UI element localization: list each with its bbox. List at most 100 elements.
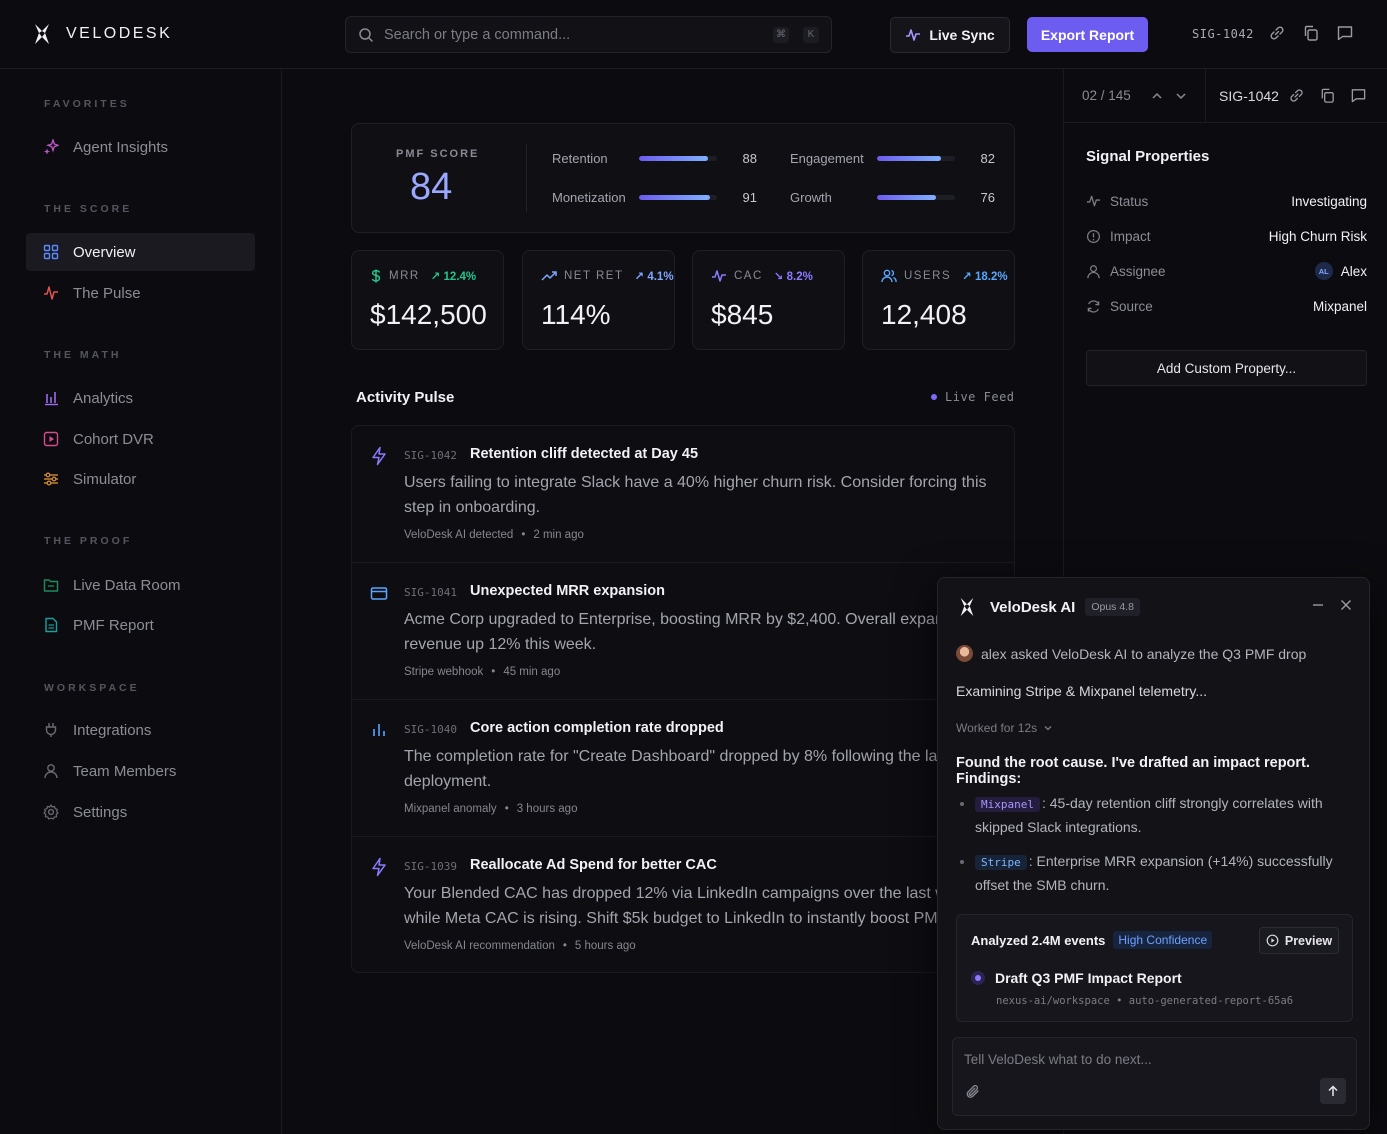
- kpi-card-cac[interactable]: CAC ↘ 8.2% $845: [692, 250, 845, 350]
- avatar: AL: [1314, 262, 1333, 280]
- sidebar: FAVORITES Agent Insights THE SCORE Overv…: [0, 69, 282, 1134]
- property-status[interactable]: Status Investigating: [1086, 191, 1367, 211]
- kpi-card-mrr[interactable]: MRR ↗ 12.4% $142,500: [351, 250, 504, 350]
- sidebar-item-label: Agent Insights: [73, 138, 169, 156]
- preview-button[interactable]: Preview: [1259, 927, 1339, 954]
- users-icon: [881, 269, 897, 283]
- shortcut-key-cmd: ⌘: [773, 26, 789, 43]
- plug-icon: [45, 723, 57, 737]
- link-icon[interactable]: [1288, 87, 1305, 104]
- brand[interactable]: VELODESK: [32, 22, 172, 46]
- sidebar-item-label: Team Members: [73, 762, 177, 780]
- close-icon[interactable]: [1339, 598, 1353, 612]
- metric-bar: [639, 195, 717, 200]
- sliders-icon: [44, 472, 58, 486]
- search-bar[interactable]: Search or type a command... ⌘ K: [345, 16, 832, 53]
- feed-item-id: SIG-1040: [404, 723, 457, 736]
- arrow-up-icon: [1328, 1085, 1338, 1096]
- feed-item[interactable]: SIG-1040 Core action completion rate dro…: [352, 700, 1014, 837]
- section-title-math: THE MATH: [44, 349, 122, 361]
- ai-status-text: Examining Stripe & Mixpanel telemetry...: [956, 683, 1208, 699]
- metric-value: 76: [980, 190, 995, 205]
- add-custom-property-button[interactable]: Add Custom Property...: [1086, 350, 1367, 386]
- sidebar-item-integrations[interactable]: Integrations: [26, 711, 255, 749]
- kpi-label: NET RET: [564, 270, 624, 282]
- live-sync-label: Live Sync: [929, 27, 995, 43]
- draft-path: nexus-ai/workspace • auto-generated-repo…: [996, 995, 1294, 1007]
- sidebar-item-label: The Pulse: [73, 284, 141, 302]
- grid-icon: [43, 244, 59, 260]
- sidebar-item-simulator[interactable]: Simulator: [26, 460, 255, 498]
- export-report-button[interactable]: Export Report: [1027, 17, 1148, 52]
- sidebar-item-the-pulse[interactable]: The Pulse: [26, 274, 255, 312]
- property-value: Mixpanel: [1312, 298, 1367, 314]
- metric-growth: Growth 76: [790, 190, 995, 205]
- sidebar-item-live-data-room[interactable]: Live Data Room: [26, 566, 255, 604]
- metric-retention: Retention 88: [552, 151, 757, 166]
- chevron-down-icon: [1044, 726, 1052, 731]
- feed-item[interactable]: SIG-1041 Unexpected MRR expansion Acme C…: [352, 563, 1014, 700]
- metric-bar-fill: [639, 156, 708, 161]
- metric-bar-fill: [877, 156, 941, 161]
- alert-icon: [1086, 229, 1101, 243]
- bolt-icon: [372, 446, 386, 466]
- preview-label: Preview: [1284, 933, 1333, 948]
- comment-icon[interactable]: [1350, 87, 1367, 104]
- feed-item-source: VeloDesk AI detected: [404, 529, 514, 541]
- avatar: [956, 645, 973, 662]
- comment-icon[interactable]: [1336, 24, 1354, 42]
- gear-icon: [43, 804, 59, 820]
- property-impact[interactable]: Impact High Churn Risk: [1086, 226, 1367, 246]
- feed-item[interactable]: SIG-1042 Retention cliff detected at Day…: [352, 426, 1014, 563]
- sidebar-item-pmf-report[interactable]: PMF Report: [26, 606, 255, 644]
- source-tag: Mixpanel: [975, 797, 1040, 812]
- kpi-value: 114%: [541, 299, 611, 330]
- sidebar-item-label: Live Data Room: [73, 576, 181, 594]
- paperclip-icon[interactable]: [964, 1083, 982, 1101]
- sidebar-item-label: Overview: [73, 243, 136, 261]
- kpi-card-net-ret[interactable]: NET RET ↗ 4.1% 114%: [522, 250, 675, 350]
- send-button[interactable]: [1320, 1078, 1346, 1104]
- ai-prompt-input[interactable]: Tell VeloDesk what to do next...: [964, 1052, 1152, 1067]
- metric-value: 82: [980, 151, 995, 166]
- property-source[interactable]: Source Mixpanel: [1086, 296, 1367, 316]
- metric-label: Monetization: [552, 190, 626, 205]
- kpi-label: MRR: [389, 270, 420, 282]
- kpi-card-users[interactable]: USERS ↗ 18.2% 12,408: [862, 250, 1015, 350]
- brand-name: VELODESK: [66, 25, 173, 42]
- dollar-icon: [371, 269, 381, 283]
- feed-item-body: The completion rate for "Create Dashboar…: [404, 748, 964, 790]
- feed-item-title: Core action completion rate dropped: [470, 720, 724, 736]
- link-icon[interactable]: [1268, 24, 1286, 42]
- ai-prompt-box[interactable]: Tell VeloDesk what to do next...: [952, 1037, 1357, 1116]
- minimize-icon[interactable]: [1311, 598, 1325, 612]
- status-dot: [971, 971, 985, 985]
- kpi-value: 12,408: [881, 299, 967, 330]
- ai-worked-toggle[interactable]: Worked for 12s: [956, 721, 1053, 735]
- search-input[interactable]: Search or type a command...: [384, 27, 759, 43]
- feed-item[interactable]: SIG-1039 Reallocate Ad Spend for better …: [352, 837, 1014, 972]
- feed-item-body: Acme Corp upgraded to Enterprise, boosti…: [404, 611, 974, 653]
- play-circle-icon: [1266, 934, 1279, 947]
- sidebar-item-overview[interactable]: Overview: [26, 233, 255, 271]
- metric-bar: [639, 156, 717, 161]
- kpi-label: USERS: [904, 270, 952, 282]
- sidebar-item-analytics[interactable]: Analytics: [26, 379, 255, 417]
- sidebar-item-team-members[interactable]: Team Members: [26, 752, 255, 790]
- bar-chart-icon: [45, 392, 58, 406]
- sidebar-item-cohort-dvr[interactable]: Cohort DVR: [26, 420, 255, 458]
- sidebar-item-settings[interactable]: Settings: [26, 793, 255, 831]
- property-assignee[interactable]: Assignee AL Alex: [1086, 261, 1367, 281]
- activity-feed: SIG-1042 Retention cliff detected at Day…: [351, 425, 1015, 973]
- chevron-up-icon[interactable]: [1150, 89, 1164, 103]
- ai-model-badge: Opus 4.8: [1085, 598, 1140, 616]
- chevron-down-icon[interactable]: [1174, 89, 1188, 103]
- sidebar-item-agent-insights[interactable]: Agent Insights: [26, 128, 255, 166]
- live-sync-button[interactable]: Live Sync: [890, 17, 1010, 53]
- feed-item-time: 2 min ago: [533, 529, 584, 541]
- copy-icon[interactable]: [1302, 24, 1320, 42]
- ai-name: VeloDesk AI: [990, 598, 1076, 616]
- feed-item-title: Reallocate Ad Spend for better CAC: [470, 857, 717, 873]
- report-card[interactable]: Analyzed 2.4M events High Confidence Pre…: [956, 914, 1353, 1022]
- copy-icon[interactable]: [1319, 87, 1336, 104]
